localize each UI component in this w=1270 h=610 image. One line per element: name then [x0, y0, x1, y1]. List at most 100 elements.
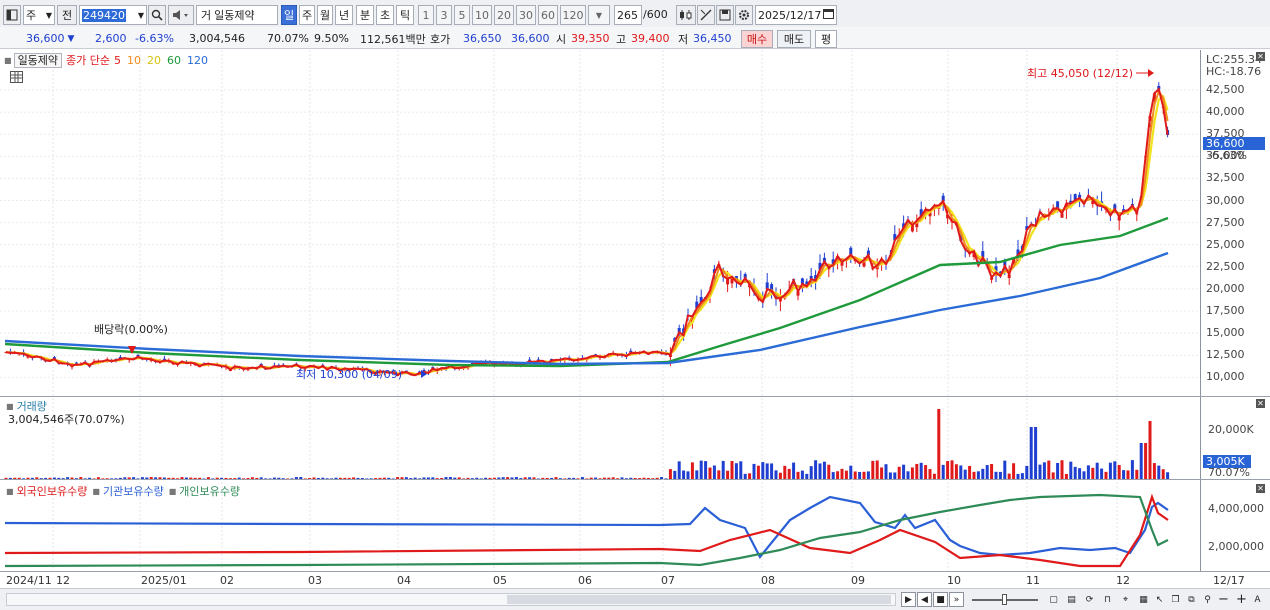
tick-unit-3[interactable]: 3	[436, 5, 452, 25]
volume-bar	[308, 477, 312, 479]
zoom-search-icon[interactable]: ⚲	[1200, 592, 1215, 607]
volume-bar	[686, 471, 690, 479]
horizontal-scrollbar[interactable]	[6, 593, 896, 606]
draw-tool-icon[interactable]	[697, 5, 715, 25]
tick-unit-30[interactable]: 30	[516, 5, 536, 25]
period-minute-button[interactable]: 분	[356, 5, 374, 25]
zoom-slider[interactable]	[972, 594, 1038, 605]
layout-icon[interactable]: ▤	[1064, 592, 1079, 607]
stock-name-chip[interactable]: 일동제약	[13, 52, 63, 68]
volume-bar	[479, 478, 483, 479]
refresh-icon[interactable]: ⟳	[1082, 592, 1097, 607]
volume-bar	[457, 477, 461, 479]
market-type-select[interactable]: 주 ▼	[23, 5, 55, 25]
low-annotation: 최저 10,300 (04/09)	[296, 368, 403, 381]
volume-bar	[633, 478, 637, 479]
volume-bar	[558, 478, 562, 479]
volume-bar	[501, 477, 505, 479]
volume-bar	[990, 463, 994, 479]
candle-icon[interactable]	[676, 5, 696, 25]
volume-bar	[184, 477, 188, 479]
price-y-tick: 22,500	[1206, 259, 1245, 273]
tick-unit-20[interactable]: 20	[494, 5, 514, 25]
scrollbar-thumb[interactable]	[507, 595, 891, 604]
tick-unit-5[interactable]: 5	[454, 5, 470, 25]
tick-unit-1[interactable]: 1	[418, 5, 434, 25]
crosshair-icon[interactable]: ⌖	[1118, 592, 1133, 607]
period-second-button[interactable]: 초	[376, 5, 394, 25]
price-y-tick: 30,000	[1206, 193, 1245, 207]
export-icon[interactable]: ⧉	[1184, 592, 1199, 607]
tick-unit-120[interactable]: 120	[560, 5, 586, 25]
zoom-box-icon[interactable]: ▢	[1046, 592, 1061, 607]
foreign-holdings-line	[4, 493, 1169, 568]
period-week-button[interactable]: 주	[299, 5, 315, 25]
close-icon[interactable]: ✕	[1256, 484, 1265, 493]
volume-bar	[831, 472, 835, 479]
sell-button[interactable]: 매도	[777, 30, 811, 48]
font-size-icon[interactable]: A	[1250, 592, 1265, 607]
stop-icon[interactable]: ■	[933, 592, 948, 607]
volume-bar	[682, 470, 686, 479]
step-back-icon[interactable]: ◀	[917, 592, 932, 607]
hc-label: HC:-18.76	[1206, 65, 1262, 78]
volume-bar	[946, 461, 950, 479]
table-view-icon[interactable]	[10, 71, 23, 83]
custom-unit-select[interactable]: ▼	[588, 5, 610, 25]
volume-bar	[246, 477, 250, 479]
close-icon[interactable]: ✕	[1256, 399, 1265, 408]
compare-button[interactable]: 전	[57, 5, 77, 25]
chart-type-icon[interactable]	[3, 5, 21, 25]
volume-bar	[1095, 462, 1099, 479]
volume-bar	[563, 478, 567, 479]
volume-bar	[532, 477, 536, 479]
search-icon[interactable]	[148, 5, 166, 25]
volume-bar	[730, 461, 734, 479]
volume-bar	[1056, 462, 1060, 479]
volume-bar	[391, 478, 395, 479]
period-tick-button[interactable]: 틱	[396, 5, 414, 25]
x-axis-label: 02	[220, 574, 234, 587]
buy-button[interactable]: 매수	[741, 30, 773, 48]
volume-bar	[382, 477, 386, 479]
period-year-button[interactable]: 년	[335, 5, 353, 25]
magnet-icon[interactable]: ⊓	[1100, 592, 1115, 607]
zoom-slider-handle[interactable]	[1002, 594, 1007, 605]
volume-bar	[585, 478, 589, 479]
tick-unit-60[interactable]: 60	[538, 5, 558, 25]
date-picker[interactable]: 2025/12/17	[755, 5, 837, 25]
volume-bar	[646, 477, 650, 479]
period-month-button[interactable]: 월	[317, 5, 333, 25]
volume-bar	[30, 477, 34, 479]
volume-bar	[237, 477, 241, 479]
fast-forward-icon[interactable]: »	[949, 592, 964, 607]
volume-bar	[114, 478, 118, 479]
zoom-out-icon[interactable]: −	[1216, 592, 1231, 607]
grid-icon[interactable]: ▦	[1136, 592, 1151, 607]
data-count-input[interactable]: 265	[614, 5, 642, 25]
chevron-down-icon: ▼	[595, 10, 603, 20]
trade-amount: 112,561백만	[360, 32, 426, 46]
close-icon[interactable]: ✕	[1256, 52, 1265, 61]
volume-bar	[286, 478, 290, 479]
volume-bar	[149, 477, 153, 479]
volume-bar	[550, 477, 554, 479]
volume-bar	[677, 461, 681, 479]
stock-name-field[interactable]: 거 일동제약	[196, 5, 278, 25]
speaker-icon[interactable]	[168, 5, 194, 25]
zoom-in-icon[interactable]: +	[1234, 592, 1249, 607]
evaluation-button[interactable]: 평	[815, 30, 837, 48]
volume-bar	[96, 477, 100, 479]
period-day-button[interactable]: 일	[281, 5, 297, 25]
copy-icon[interactable]: ❐	[1168, 592, 1183, 607]
tick-unit-10[interactable]: 10	[472, 5, 492, 25]
y-axis-line	[1200, 50, 1201, 572]
play-icon[interactable]: ▶	[901, 592, 916, 607]
volume-bar	[431, 477, 435, 479]
volume-bar	[651, 478, 655, 479]
volume-bar	[1060, 460, 1064, 479]
gear-icon[interactable]	[735, 5, 753, 25]
stock-code-input[interactable]: 249420 ▼	[79, 5, 147, 25]
save-icon[interactable]	[716, 5, 734, 25]
pointer-icon[interactable]: ↖	[1152, 592, 1167, 607]
